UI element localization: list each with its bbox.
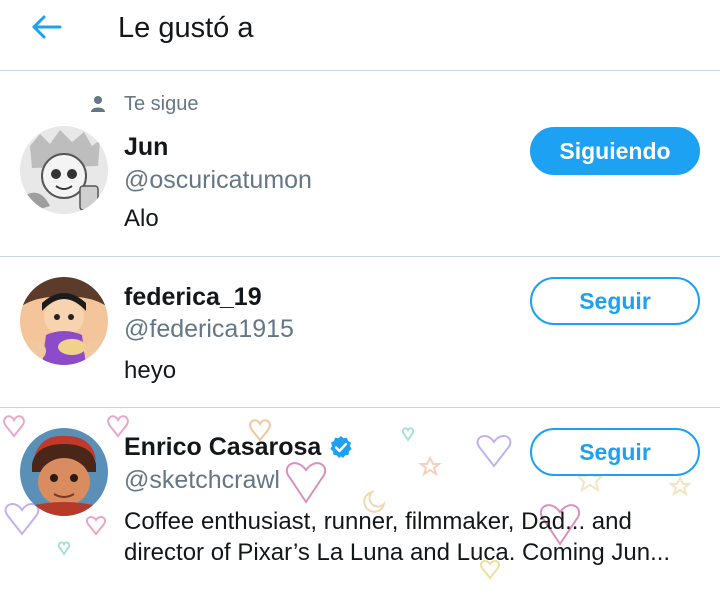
bio-line: director of Pixar’s La Luna and Luca. Co… — [124, 539, 671, 566]
user-name: Enrico Casarosa — [124, 432, 353, 462]
user-list-item[interactable]: federica_19 @federica1915 heyo Seguir — [0, 257, 720, 408]
follow-button[interactable]: Seguir — [530, 277, 700, 325]
following-button[interactable]: Siguiendo — [530, 127, 700, 175]
follows-you-label: Te sigue — [124, 92, 199, 115]
user-bio: heyo — [124, 357, 177, 384]
user-handle: @federica1915 — [124, 315, 294, 343]
verified-badge-icon — [330, 436, 352, 458]
avatar[interactable] — [20, 126, 108, 214]
bio-line: Coffee enthusiast, runner, filmmaker, Da… — [124, 508, 632, 535]
user-handle: @oscuricatumon — [124, 166, 312, 194]
top-bar: Le gustó a — [0, 0, 720, 71]
avatar[interactable] — [20, 428, 108, 516]
avatar[interactable] — [20, 277, 108, 365]
user-name: federica_19 — [124, 283, 262, 311]
person-icon — [91, 96, 105, 112]
user-list-item[interactable]: Enrico Casarosa @sketchcrawl Coffee enth… — [0, 408, 720, 599]
back-button[interactable] — [28, 12, 68, 42]
user-name: Jun — [124, 133, 169, 161]
user-bio: Coffee enthusiast, runner, filmmaker, Da… — [124, 506, 704, 568]
page-title: Le gustó a — [118, 12, 254, 44]
user-bio: Alo — [124, 205, 159, 232]
follows-you-indicator: Te sigue — [90, 92, 199, 116]
user-list-item[interactable]: Te sigue Jun @oscuricatumon Alo Siguiend… — [0, 72, 720, 257]
arrow-left-icon — [32, 15, 62, 39]
user-handle: @sketchcrawl — [124, 466, 280, 494]
user-name-text: Enrico Casarosa — [124, 433, 322, 461]
follow-button[interactable]: Seguir — [530, 428, 700, 476]
